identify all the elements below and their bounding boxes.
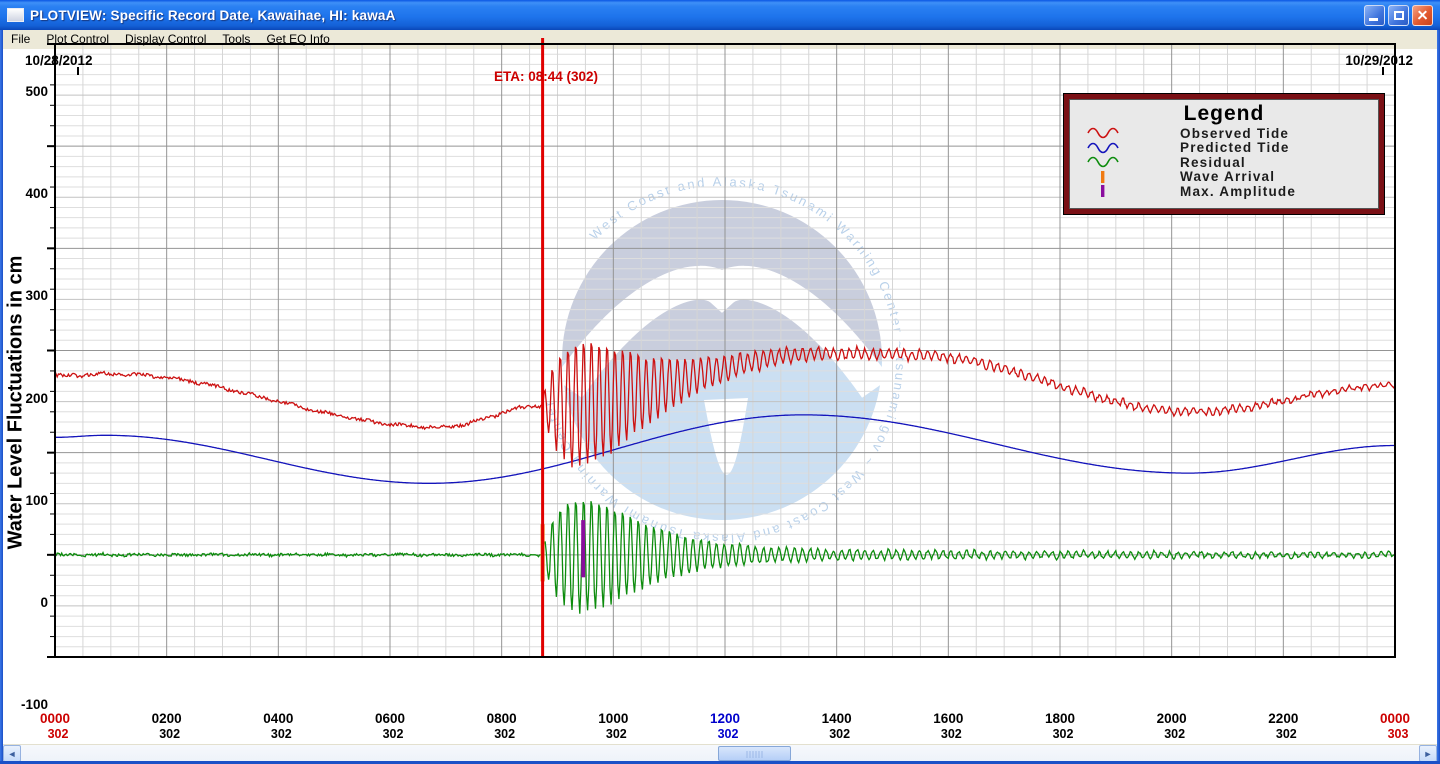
- x-tick-day-label: 302: [581, 727, 651, 741]
- x-tick-time-label: 1200: [690, 711, 760, 726]
- x-tick-day-label: 302: [916, 727, 986, 741]
- x-tick-day-label: 302: [1028, 727, 1098, 741]
- observed-tide-swatch-icon: [1086, 126, 1122, 140]
- x-tick-time-label: 0000: [1360, 711, 1430, 726]
- x-tick-day-label: 302: [470, 727, 540, 741]
- x-tick-time-label: 2000: [1137, 711, 1207, 726]
- start-date-label: 10/28/2012: [25, 53, 93, 68]
- legend-item: Observed Tide: [1070, 126, 1378, 141]
- legend-item-label: Wave Arrival: [1180, 169, 1275, 184]
- y-tick-label: 300: [3, 288, 48, 303]
- app-window: PLOTVIEW: Specific Record Date, Kawaihae…: [0, 0, 1440, 764]
- x-tick-day-label: 302: [1251, 727, 1321, 741]
- legend-item-label: Predicted Tide: [1180, 140, 1290, 155]
- x-tick-time-label: 0800: [467, 711, 537, 726]
- scrollbar-thumb[interactable]: [718, 746, 791, 761]
- end-date-label: 10/29/2012: [1345, 53, 1413, 68]
- legend-item-label: Observed Tide: [1180, 126, 1289, 141]
- y-tick-label: -100: [3, 697, 48, 712]
- start-date-tick: [77, 67, 79, 75]
- max-amplitude-swatch-icon: [1086, 184, 1122, 198]
- y-tick-label: 0: [3, 595, 48, 610]
- legend-item: Residual: [1070, 155, 1378, 170]
- legend-item-label: Residual: [1180, 155, 1246, 170]
- plot-client-area: West Coast and Alaska Tsunami Warning Ce…: [3, 49, 1437, 744]
- wave-arrival-swatch-icon: [1086, 170, 1122, 184]
- noaa-watermark: West Coast and Alaska Tsunami Warning Ce…: [541, 174, 908, 546]
- x-tick-time-label: 1000: [578, 711, 648, 726]
- legend-item-label: Max. Amplitude: [1180, 184, 1296, 199]
- residual-swatch-icon: [1086, 155, 1122, 169]
- eta-annotation: ETA: 08:44 (302): [494, 69, 598, 84]
- x-tick-time-label: 0600: [355, 711, 425, 726]
- scroll-left-arrow-icon[interactable]: ◄: [3, 745, 21, 762]
- x-tick-day-label: 302: [246, 727, 316, 741]
- scroll-right-arrow-icon[interactable]: ►: [1419, 745, 1437, 762]
- x-tick-time-label: 1600: [913, 711, 983, 726]
- legend-item: Wave Arrival: [1070, 170, 1378, 185]
- predicted-tide-swatch-icon: [1086, 141, 1122, 155]
- x-tick-day-label: 303: [1363, 727, 1433, 741]
- horizontal-scrollbar[interactable]: ◄ ►: [3, 744, 1437, 761]
- x-tick-time-label: 2200: [1248, 711, 1318, 726]
- x-tick-day-label: 302: [1140, 727, 1210, 741]
- x-tick-day-label: 302: [23, 727, 93, 741]
- x-tick-day-label: 302: [135, 727, 205, 741]
- scrollbar-grip-icon: [746, 751, 763, 758]
- x-tick-day-label: 302: [805, 727, 875, 741]
- y-tick-label: 400: [3, 186, 48, 201]
- legend-item: Predicted Tide: [1070, 141, 1378, 156]
- window-border-left: [0, 30, 3, 764]
- y-tick-label: 100: [3, 493, 48, 508]
- x-tick-time-label: 0000: [20, 711, 90, 726]
- x-tick-time-label: 0400: [243, 711, 313, 726]
- x-tick-time-label: 1400: [802, 711, 872, 726]
- x-tick-time-label: 1800: [1025, 711, 1095, 726]
- legend-item: Max. Amplitude: [1070, 184, 1378, 199]
- x-tick-time-label: 0200: [132, 711, 202, 726]
- x-tick-day-label: 302: [693, 727, 763, 741]
- legend-title: Legend: [1070, 102, 1378, 126]
- y-tick-label: 200: [3, 391, 48, 406]
- y-axis-ticks: [47, 44, 55, 657]
- x-tick-day-label: 302: [358, 727, 428, 741]
- legend-box: Legend Observed TidePredicted TideResidu…: [1063, 93, 1385, 215]
- y-tick-label: 500: [3, 84, 48, 99]
- end-date-tick: [1382, 67, 1384, 75]
- max-amplitude-marker: [581, 520, 585, 577]
